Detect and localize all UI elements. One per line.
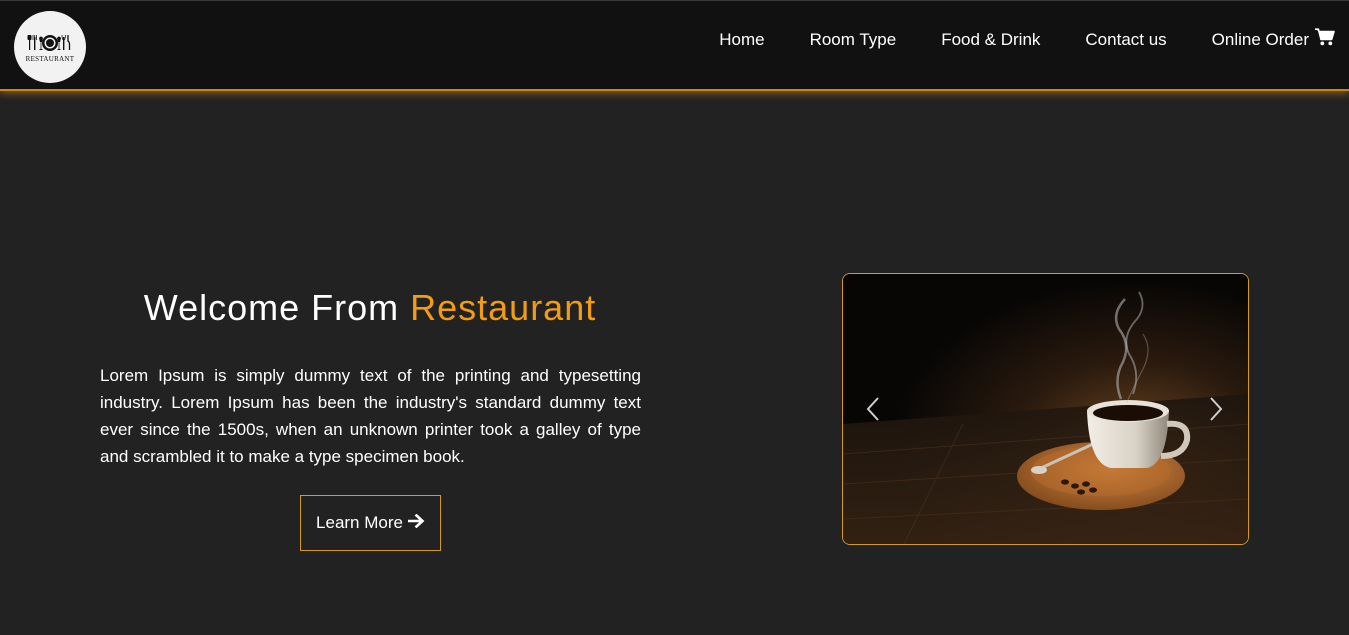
nav-contact-label: Contact us	[1085, 29, 1167, 49]
learn-more-button[interactable]: Learn More	[300, 495, 441, 551]
navbar: RESTAURANT Home Room Type Food & Drink C…	[0, 0, 1349, 91]
coffee-cup-image	[843, 274, 1248, 544]
restaurant-logo[interactable]: RESTAURANT	[14, 11, 86, 83]
nav-contact-link[interactable]: Contact us	[1085, 30, 1166, 50]
tableware-logo-icon	[27, 34, 71, 51]
nav-food-drink-link[interactable]: Food & Drink	[941, 30, 1040, 50]
nav-room-type-link[interactable]: Room Type	[810, 30, 897, 50]
logo-label: RESTAURANT	[25, 54, 75, 63]
arrow-right-icon	[407, 513, 425, 533]
nav-home-label: Home	[719, 29, 765, 49]
nav-online-order-label: Online Order	[1211, 29, 1309, 49]
image-carousel[interactable]	[842, 273, 1249, 545]
chevron-right-icon[interactable]	[1206, 394, 1226, 424]
learn-more-label: Learn More	[316, 513, 403, 532]
nav-home-link[interactable]: Home	[719, 30, 764, 50]
shopping-cart-icon	[1315, 28, 1335, 51]
hero-title: Welcome From Restaurant	[99, 287, 641, 329]
nav-food-drink-label: Food & Drink	[941, 29, 1041, 49]
hero-description: Lorem Ipsum is simply dummy text of the …	[100, 366, 641, 466]
nav-online-order-link[interactable]: Online Order	[1212, 28, 1335, 51]
main-nav: Home Room Type Food & Drink Contact us O…	[719, 28, 1335, 51]
chevron-left-icon[interactable]	[863, 394, 883, 424]
hero-title-highlight: Restaurant	[410, 287, 597, 328]
nav-room-type-label: Room Type	[809, 29, 897, 49]
hero-section: Welcome From Restaurant Lorem Ipsum is s…	[100, 287, 641, 470]
hero-title-prefix: Welcome From	[143, 287, 411, 328]
